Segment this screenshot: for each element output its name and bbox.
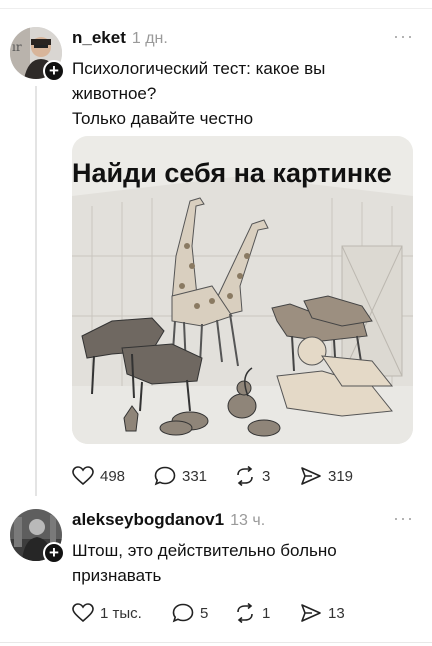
post1-username[interactable]: n_eket [72,28,126,48]
comment-button[interactable]: 331 [154,466,234,486]
thread-line [35,86,37,496]
comment-icon [172,603,194,623]
post2-actions: 1 тыс. 5 1 13 [72,603,345,623]
comment-button[interactable]: 5 [172,603,234,623]
repost-button[interactable]: 1 [234,603,300,623]
share-count: 13 [328,604,345,622]
post1-text-line: Психологический тест: какое вы [72,59,326,78]
image-caption: Найди себя на картинке [72,158,392,188]
send-icon [301,467,321,485]
top-divider [0,8,432,9]
post1-text-line: Только давайте честно [72,109,254,128]
post2-avatar[interactable]: + [10,509,65,564]
heart-icon [72,466,94,486]
share-button[interactable]: 319 [300,466,353,486]
repost-count: 3 [262,467,271,485]
post2-timestamp: 13 ч. [230,512,266,529]
post1-header: n_eket 1 дн. [72,28,168,48]
send-icon [301,604,321,622]
post1-timestamp: 1 дн. [131,30,168,47]
post1-more-icon[interactable]: ··· [393,26,414,47]
post1-text: Психологический тест: какое вы животное?… [72,56,417,131]
post1-actions: 498 331 3 319 [72,466,353,486]
post2-more-icon[interactable]: ··· [393,508,414,529]
like-button[interactable]: 1 тыс. [72,603,172,623]
post2-text-line: признавать [72,566,162,585]
like-count: 1 тыс. [100,604,142,622]
comment-icon [154,466,176,486]
repost-count: 1 [262,604,271,622]
repost-button[interactable]: 3 [234,466,300,486]
post1-avatar[interactable]: ır + [10,27,65,82]
post2-text-line: Штош, это действительно больно [72,541,337,560]
post2-header: alekseybogdanov1 13 ч. [72,510,265,530]
repost-icon [237,603,253,623]
svg-text:ır: ır [12,40,22,54]
post1-image[interactable]: Найди себя на картинке [72,136,413,444]
share-count: 319 [328,467,354,485]
repost-icon [237,466,253,486]
follow-plus-icon[interactable]: + [43,542,65,564]
post2-text: Штош, это действительно больно признават… [72,538,417,588]
post2-username[interactable]: alekseybogdanov1 [72,510,224,530]
like-count: 498 [100,467,126,485]
bottom-divider [0,642,432,643]
follow-plus-icon[interactable]: + [43,60,65,82]
comment-count: 5 [200,604,209,622]
comment-count: 331 [182,467,208,485]
share-button[interactable]: 13 [300,603,345,623]
like-button[interactable]: 498 [72,466,154,486]
post1-text-line: животное? [72,84,157,103]
heart-icon [72,603,94,623]
